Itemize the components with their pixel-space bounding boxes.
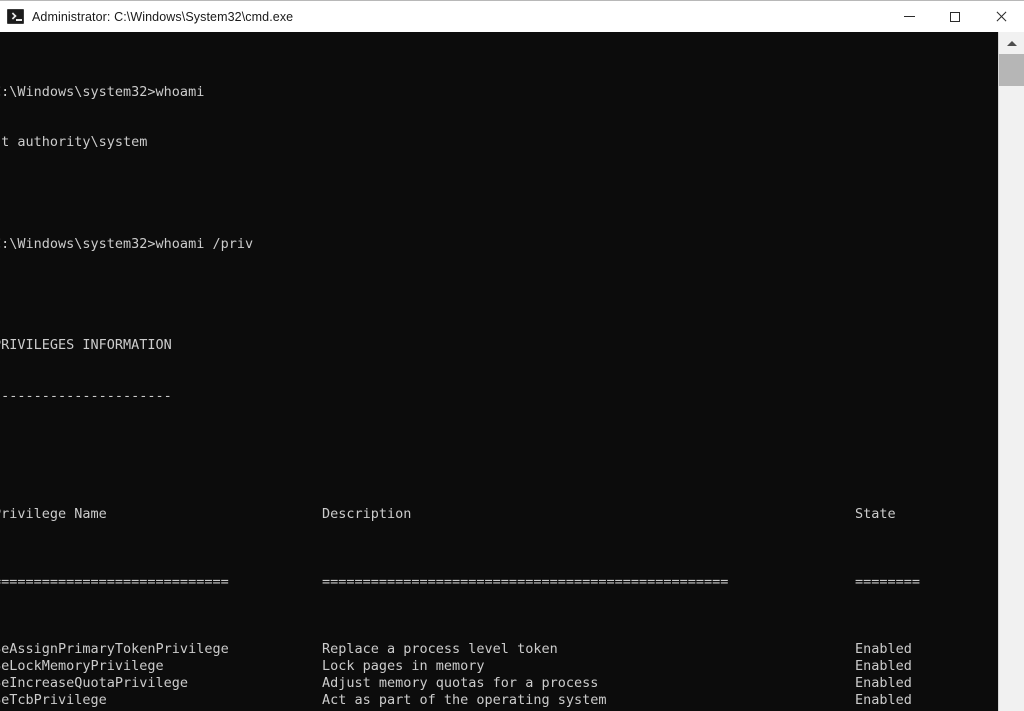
chevron-up-icon[interactable] (999, 32, 1024, 54)
cell-state: Enabled (855, 641, 912, 658)
console-area: C:\Windows\system32>whoami nt authority\… (0, 32, 1024, 711)
terminal-line-output-1: nt authority\system (0, 134, 148, 151)
maximize-icon (950, 11, 960, 22)
scrollbar-track[interactable] (999, 86, 1024, 711)
window-controls (886, 1, 1024, 32)
terminal-line-prompt-2: C:\Windows\system32>whoami /priv (0, 235, 254, 252)
terminal-line-prompt-1: C:\Windows\system32>whoami (0, 83, 205, 100)
header-privilege-name: Privilege Name (0, 506, 107, 523)
terminal-blank-1 (0, 185, 998, 202)
cell-privilege-name: SeAssignPrimaryTokenPrivilege (0, 641, 229, 658)
cell-state: Enabled (855, 658, 912, 675)
header-state: State (855, 506, 896, 523)
maximize-button[interactable] (932, 1, 978, 32)
cell-description: Replace a process level token (322, 641, 558, 658)
table-header-row: Privilege Name Description State (0, 506, 998, 523)
terminal-blank-3 (0, 439, 998, 456)
cell-privilege-name: SeIncreaseQuotaPrivilege (0, 675, 189, 692)
cmd-window: Administrator: C:\Windows\System32\cmd.e… (0, 0, 1024, 711)
header-description: Description (322, 506, 412, 523)
rule-state: ======== (855, 573, 921, 590)
scrollbar-thumb[interactable] (999, 54, 1024, 86)
rule-description: ========================================… (322, 573, 729, 590)
close-button[interactable] (978, 1, 1024, 32)
privileges-information-title: PRIVILEGES INFORMATION (0, 337, 172, 354)
table-header-rule-row: ============================= ===========… (0, 574, 998, 591)
rule-privilege-name: ============================= (0, 573, 229, 590)
cell-privilege-name: SeTcbPrivilege (0, 692, 107, 709)
table-row: SeIncreaseQuotaPrivilege Adjust memory qu… (0, 675, 998, 692)
cmd-console-icon (7, 9, 24, 24)
titlebar[interactable]: Administrator: C:\Windows\System32\cmd.e… (0, 1, 1024, 32)
cell-description: Lock pages in memory (322, 658, 485, 675)
titlebar-left: Administrator: C:\Windows\System32\cmd.e… (0, 9, 886, 24)
minimize-icon (903, 16, 915, 17)
terminal-screen: C:\Windows\system32>whoami nt authority\… (0, 33, 998, 711)
terminal-output[interactable]: C:\Windows\system32>whoami nt authority\… (0, 32, 998, 711)
cell-description: Adjust memory quotas for a process (322, 675, 599, 692)
cell-state: Enabled (855, 675, 912, 692)
vertical-scrollbar[interactable] (998, 32, 1024, 711)
window-title: Administrator: C:\Windows\System32\cmd.e… (32, 9, 294, 24)
cell-privilege-name: SeLockMemoryPrivilege (0, 658, 164, 675)
close-icon (995, 10, 1008, 23)
terminal-blank-2 (0, 287, 998, 304)
table-row: SeTcbPrivilege Act as part of the operati… (0, 692, 998, 709)
privileges-information-underline: ---------------------- (0, 387, 172, 404)
table-row: SeLockMemoryPrivilege Lock pages in memor… (0, 658, 998, 675)
privileges-table: SeAssignPrimaryTokenPrivilege Replace a p… (0, 641, 998, 711)
minimize-button[interactable] (886, 1, 932, 32)
cell-description: Act as part of the operating system (322, 692, 607, 709)
table-row: SeAssignPrimaryTokenPrivilege Replace a p… (0, 641, 998, 658)
cell-state: Enabled (855, 692, 912, 709)
